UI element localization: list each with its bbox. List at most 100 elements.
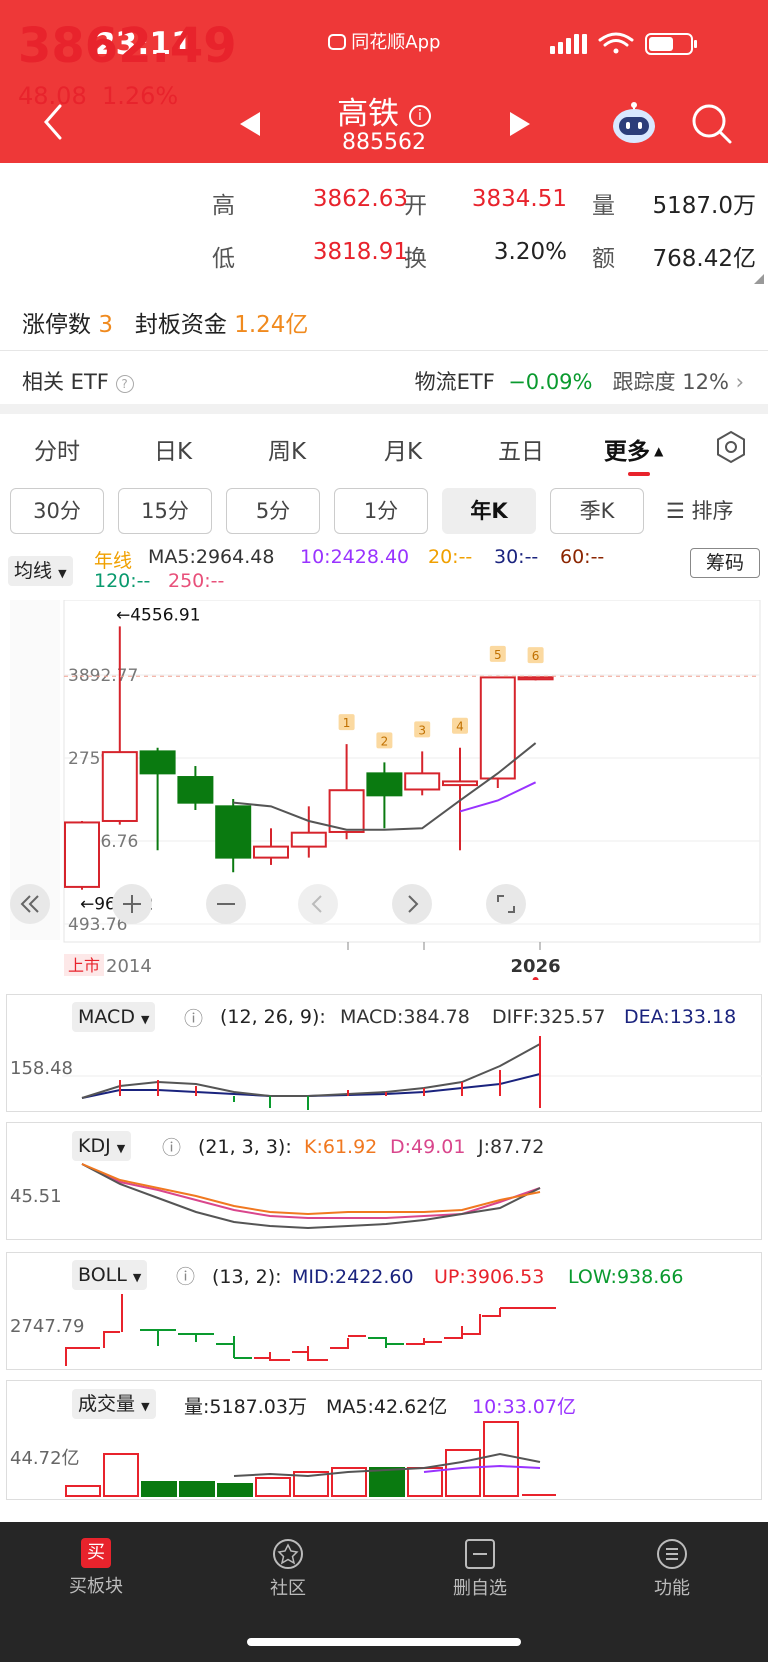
fullscreen-icon[interactable] <box>486 884 526 924</box>
quote-key-low: 低 <box>212 246 235 272</box>
candle-body <box>290 831 327 848</box>
x-axis-end: 2026 <box>511 956 561 977</box>
remove-watchlist-icon <box>465 1539 495 1569</box>
help-icon[interactable]: ? <box>115 375 134 393</box>
btn-quarter-k[interactable]: 季K <box>550 488 644 534</box>
ma120-value: 120:-- <box>94 570 151 592</box>
help-icon[interactable]: ⓘ <box>162 1133 181 1160</box>
btn-5min[interactable]: 5分 <box>226 488 320 534</box>
quote-value-volume: 5187.0万 <box>652 193 756 219</box>
kdj-params: (21, 3, 3): <box>198 1136 292 1158</box>
boll-mid: MID:2422.60 <box>292 1266 414 1288</box>
candle-body <box>177 776 214 804</box>
app-logo-icon <box>327 34 346 50</box>
candle-body <box>404 772 441 791</box>
divider <box>0 350 768 351</box>
candle-body <box>366 772 403 797</box>
quote-value-turnover: 3.20% <box>493 239 567 265</box>
quote-value-open: 3834.51 <box>471 186 567 212</box>
ma20-value: 20:-- <box>428 546 473 568</box>
volume-select[interactable]: 成交量 ▼ <box>72 1389 156 1419</box>
kdj-chart <box>81 1163 541 1230</box>
y-axis-label: 5025.77 <box>68 600 138 603</box>
menu-icon: ☰ <box>666 499 685 523</box>
interval-buttons: 30分 15分 5分 1分 年K 季K ☰ 排序 <box>0 488 768 536</box>
pan-right-icon[interactable] <box>392 884 432 924</box>
tab-monthly-k[interactable]: 月K <box>384 432 422 466</box>
nav-community[interactable]: 社区 <box>228 1538 348 1600</box>
x-axis-start: 2014 <box>106 956 152 977</box>
caret-up-icon: ▲ <box>650 444 664 458</box>
quote-key-turnover: 换 <box>404 246 427 272</box>
kdj-select[interactable]: KDJ ▼ <box>72 1131 132 1161</box>
tab-intraday[interactable]: 分时 <box>34 432 80 466</box>
tab-five-day[interactable]: 五日 <box>498 432 544 466</box>
candle-body <box>101 751 138 822</box>
section-gap <box>0 404 768 414</box>
boll-up: UP:3906.53 <box>434 1266 545 1288</box>
btn-30min[interactable]: 30分 <box>10 488 104 534</box>
tab-more[interactable]: 更多 ▲ <box>604 432 663 466</box>
help-icon[interactable]: ⓘ <box>184 1004 203 1031</box>
zoom-in-icon[interactable] <box>112 884 152 924</box>
quote-key-amount: 额 <box>592 246 615 272</box>
community-star-icon <box>273 1539 303 1569</box>
ma-type-select[interactable]: 均线 ▼ <box>8 556 73 586</box>
price-change: 48.08 1.26% <box>18 82 179 110</box>
buy-icon: 买 <box>81 1538 111 1568</box>
chip-distribution-button[interactable]: 筹码 <box>690 548 760 578</box>
candle-body <box>442 780 478 787</box>
nav-buy-sector[interactable]: 买 买板块 <box>36 1538 156 1598</box>
candle-body <box>517 676 554 681</box>
macd-chart <box>62 1036 762 1110</box>
info-icon[interactable]: i <box>408 105 431 127</box>
ma60-value: 60:-- <box>560 546 605 568</box>
high-annotation: ←4556.91 <box>116 605 201 625</box>
boll-params: (13, 2): <box>212 1266 282 1288</box>
candle-body <box>328 789 365 833</box>
related-etf-row[interactable]: 物流ETF −0.09% 跟踪度 12% › <box>415 366 744 396</box>
listing-tag: 上市 <box>68 956 100 975</box>
tab-weekly-k[interactable]: 周K <box>268 432 306 466</box>
expand-corner-icon[interactable] <box>754 274 764 284</box>
sort-button[interactable]: ☰ 排序 <box>666 488 734 534</box>
volume-ma5: MA5:42.62亿 <box>326 1396 448 1418</box>
assistant-bot-icon[interactable] <box>610 100 658 146</box>
settings-icon[interactable] <box>714 430 748 464</box>
candle-body <box>139 750 176 775</box>
macd-select[interactable]: MACD ▼ <box>72 1002 156 1032</box>
help-icon[interactable]: ⓘ <box>176 1262 195 1289</box>
ma5-value: MA5:2964.48 <box>148 546 275 568</box>
btn-year-k[interactable]: 年K <box>442 488 536 534</box>
wifi-icon <box>598 32 634 54</box>
next-arrow-icon[interactable] <box>508 110 532 138</box>
y-axis-label: 3892.77 <box>68 666 138 686</box>
macd-dea: DEA:133.18 <box>624 1006 737 1028</box>
quote-key-open: 开 <box>404 193 427 219</box>
limit-up-summary[interactable]: 涨停数 3 封板资金 1.24亿 <box>22 305 308 339</box>
volume-chart <box>65 1421 556 1497</box>
btn-15min[interactable]: 15分 <box>118 488 212 534</box>
event-marker-label: 2 <box>381 734 389 748</box>
signal-icon <box>550 34 587 54</box>
event-marker-label: 3 <box>418 723 426 737</box>
active-tab-indicator <box>628 472 650 476</box>
search-icon[interactable] <box>690 102 734 146</box>
candle-body <box>64 821 100 888</box>
btn-1min[interactable]: 1分 <box>334 488 428 534</box>
nav-remove-watchlist[interactable]: 删自选 <box>420 1538 540 1600</box>
boll-select[interactable]: BOLL ▼ <box>72 1260 148 1290</box>
quote-value-high: 3862.63 <box>312 186 408 212</box>
quote-key-volume: 量 <box>592 193 615 219</box>
macd-params: (12, 26, 9): <box>220 1006 326 1028</box>
ma-series-name: 年线 <box>94 550 133 572</box>
kdj-k: K:61.92 <box>304 1136 378 1158</box>
status-icons <box>550 32 697 55</box>
zoom-out-icon[interactable] <box>206 884 246 924</box>
tab-daily-k[interactable]: 日K <box>154 432 192 466</box>
pan-left-icon[interactable] <box>298 884 338 924</box>
ma30-value: 30:-- <box>494 546 539 568</box>
related-etf-label: 相关 ETF ? <box>22 366 134 396</box>
collapse-left-icon[interactable] <box>10 884 50 924</box>
nav-functions[interactable]: 功能 <box>612 1538 732 1600</box>
